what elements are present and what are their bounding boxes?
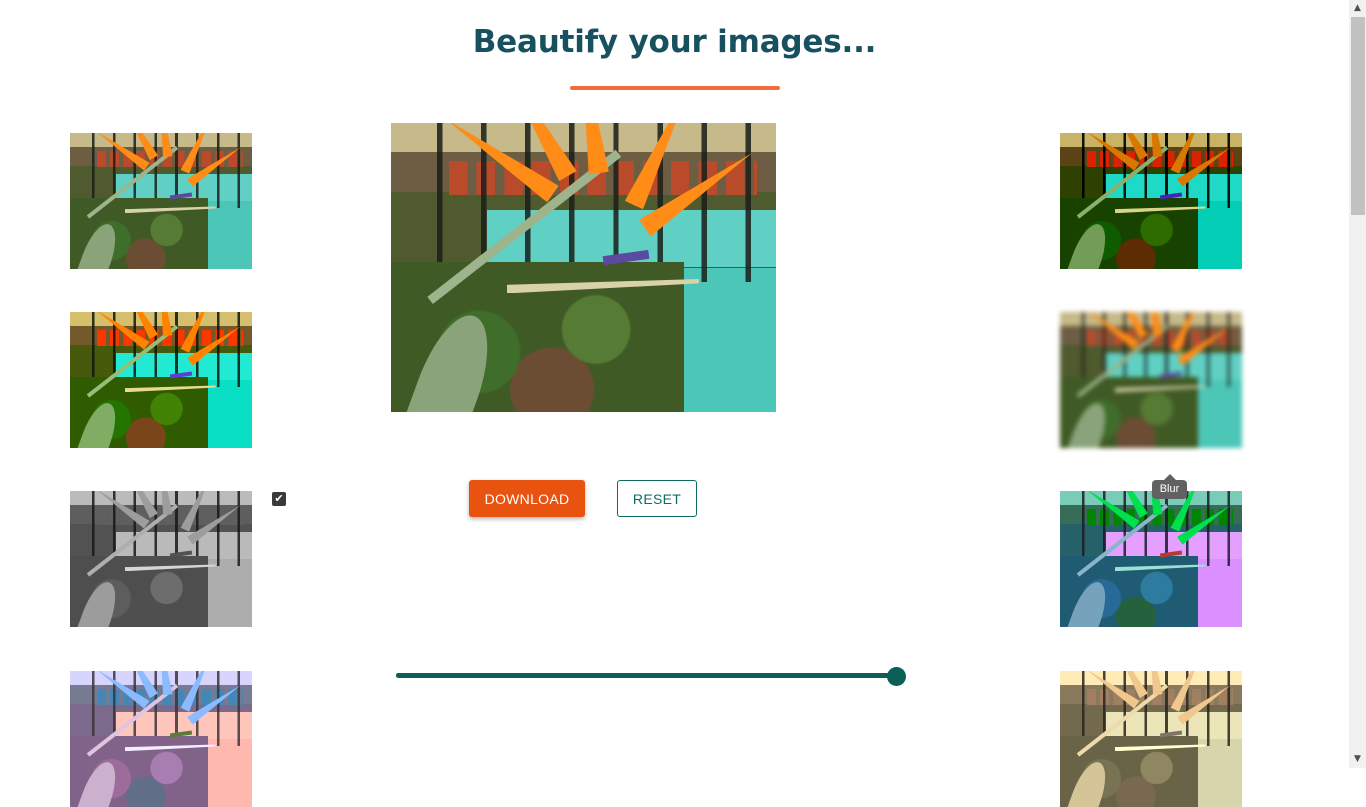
scrollbar-thumb[interactable] xyxy=(1351,17,1365,215)
scroll-up-arrow-icon[interactable]: ▲ xyxy=(1349,0,1366,17)
filter-thumbnail-blur[interactable] xyxy=(1060,312,1242,448)
filter-thumbnail-sepia[interactable] xyxy=(1060,671,1242,807)
scroll-down-arrow-icon[interactable]: ▼ xyxy=(1349,751,1366,768)
grayscale-checkbox[interactable]: ✔ xyxy=(272,492,286,506)
filter-thumbnail-invert[interactable] xyxy=(70,671,252,807)
filter-thumbnail-contrast[interactable] xyxy=(1060,133,1242,269)
filter-thumbnail-saturate[interactable] xyxy=(70,312,252,448)
intensity-slider[interactable] xyxy=(396,667,906,686)
filter-thumbnail-grayscale[interactable] xyxy=(70,491,252,627)
reset-button[interactable]: RESET xyxy=(617,480,697,517)
download-button[interactable]: DOWNLOAD xyxy=(469,480,585,517)
slider-thumb[interactable] xyxy=(887,667,906,686)
blur-tooltip: Blur xyxy=(1152,480,1187,499)
main-preview-image xyxy=(391,123,776,412)
title-underline xyxy=(570,86,780,90)
filter-thumbnail-original[interactable] xyxy=(70,133,252,269)
slider-fill xyxy=(396,673,896,678)
page-title: Beautify your images... xyxy=(472,24,877,60)
filter-thumbnail-hue-rotate[interactable] xyxy=(1060,491,1242,627)
